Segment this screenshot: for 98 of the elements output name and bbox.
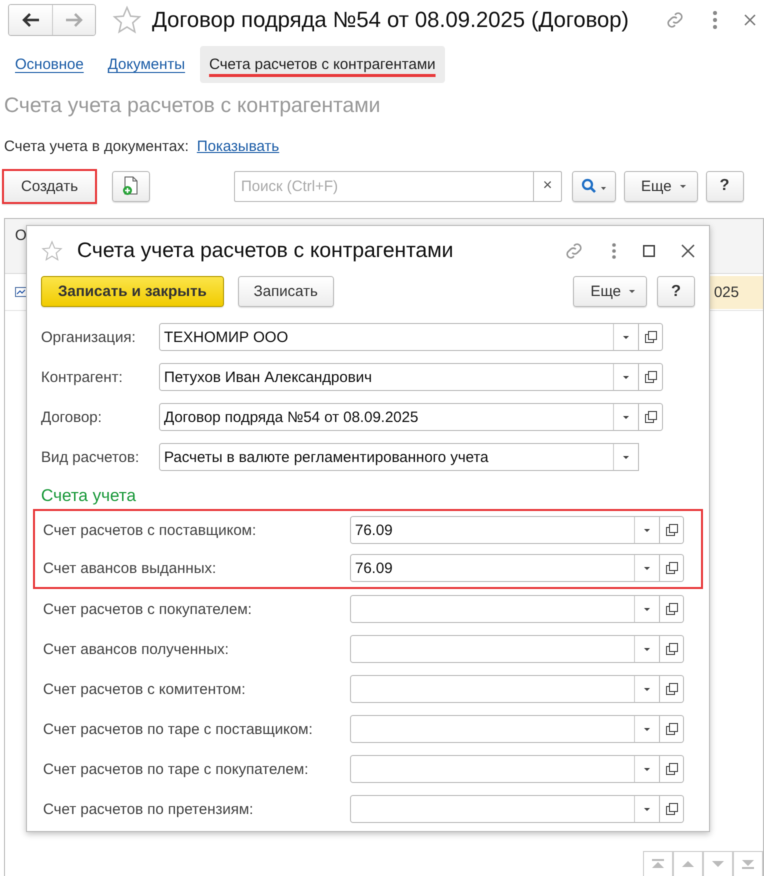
back-arrow-icon xyxy=(22,13,40,27)
account-field[interactable] xyxy=(350,715,660,743)
account-field[interactable] xyxy=(350,635,660,663)
field-label: Счет расчетов с покупателем: xyxy=(43,600,253,618)
dropdown-icon xyxy=(643,766,651,772)
help-button[interactable]: ? xyxy=(657,276,695,307)
setting-label: Счета учета в документах: xyxy=(4,138,189,155)
dropdown-icon xyxy=(643,528,651,532)
open-button[interactable] xyxy=(660,516,684,544)
open-button[interactable] xyxy=(660,715,684,743)
close-icon[interactable] xyxy=(681,244,695,258)
scroll-bottom-icon xyxy=(741,859,755,869)
field-label: Счет расчетов по таре с поставщиком: xyxy=(43,720,314,738)
dropdown-icon xyxy=(622,414,630,420)
dialog-title: Счета учета расчетов с контрагентами xyxy=(77,239,454,263)
open-icon xyxy=(666,803,678,815)
field-label: Вид расчетов: xyxy=(41,448,140,466)
star-icon[interactable] xyxy=(112,5,142,35)
column-header: О xyxy=(14,226,28,246)
down-arrow-icon xyxy=(711,859,725,869)
open-button[interactable] xyxy=(660,595,684,623)
clear-button[interactable]: × xyxy=(534,170,562,202)
field-label: Счет расчетов с комитентом: xyxy=(43,680,246,698)
search-field[interactable]: Поиск (Ctrl+F) xyxy=(234,170,534,202)
section-heading: Счета учета xyxy=(41,486,137,506)
dropdown-icon xyxy=(643,686,651,692)
dropdown-icon xyxy=(622,374,630,380)
open-button[interactable] xyxy=(660,554,684,582)
account-field[interactable]: 76.09 xyxy=(350,516,660,544)
open-icon xyxy=(644,331,656,343)
up-arrow-icon xyxy=(681,859,695,869)
close-icon[interactable] xyxy=(744,14,756,26)
dropdown-icon xyxy=(643,646,651,652)
account-field[interactable] xyxy=(350,795,660,823)
open-button[interactable] xyxy=(639,403,663,431)
open-icon xyxy=(644,411,656,423)
dropdown-icon xyxy=(643,806,651,812)
field-label: Организация: xyxy=(41,328,137,346)
more-icon[interactable] xyxy=(611,242,617,260)
tab[interactable]: Основное xyxy=(6,46,93,83)
open-icon xyxy=(666,603,678,615)
field-label: Счет расчетов по таре с покупателем: xyxy=(43,760,310,778)
more-icon[interactable] xyxy=(712,10,718,30)
open-button[interactable] xyxy=(660,675,684,703)
account-field[interactable] xyxy=(350,595,660,623)
copy-button[interactable] xyxy=(112,170,150,202)
caret-icon xyxy=(678,184,687,188)
caret-icon xyxy=(628,289,636,294)
open-button[interactable] xyxy=(639,323,663,351)
open-icon xyxy=(666,524,678,536)
field-label: Счет расчетов по претензиям: xyxy=(43,800,254,818)
more-button[interactable]: Еще xyxy=(624,170,698,202)
field-label: Договор: xyxy=(41,408,103,426)
search-button[interactable] xyxy=(572,170,616,202)
search-icon xyxy=(581,178,608,194)
dropdown-icon xyxy=(622,334,630,340)
field-label: Контрагент: xyxy=(41,368,124,386)
field-label: Счет расчетов с поставщиком: xyxy=(43,522,258,538)
dropdown-icon xyxy=(643,566,651,570)
account-field[interactable] xyxy=(350,755,660,783)
save-button[interactable]: Записать xyxy=(238,276,334,307)
dropdown-icon xyxy=(643,606,651,612)
show-link[interactable]: Показывать xyxy=(196,138,280,155)
maximize-icon[interactable] xyxy=(643,245,655,257)
more-button[interactable]: Еще xyxy=(573,276,647,307)
dropdown-icon xyxy=(643,726,651,732)
select-field[interactable]: ТЕХНОМИР ООО xyxy=(159,323,639,351)
open-icon xyxy=(666,562,678,574)
open-button[interactable] xyxy=(639,363,663,391)
section-title: Счета учета расчетов с контрагентами xyxy=(4,94,382,118)
select-field[interactable]: Расчеты в валюте регламентированного учета xyxy=(159,443,639,471)
help-button[interactable]: ? xyxy=(706,170,744,202)
scroll-top-icon xyxy=(651,859,665,869)
back-button[interactable] xyxy=(9,5,52,35)
select-field[interactable]: Петухов Иван Александрович xyxy=(159,363,639,391)
forward-arrow-icon xyxy=(65,13,83,27)
open-button[interactable] xyxy=(660,755,684,783)
create-button[interactable]: Создать xyxy=(2,168,98,204)
field-label: Счет авансов полученных: xyxy=(43,640,230,658)
star-icon[interactable] xyxy=(41,240,63,262)
window-title: Договор подряда №54 от 08.09.2025 (Договор) xyxy=(152,7,630,33)
select-field[interactable]: Договор подряда №54 от 08.09.2025 xyxy=(159,403,639,431)
tab[interactable]: Документы xyxy=(98,46,194,83)
open-icon xyxy=(666,723,678,735)
table-cell: 025 xyxy=(710,276,763,308)
save-and-close-button[interactable]: Записать и закрыть xyxy=(41,276,224,307)
open-button[interactable] xyxy=(660,795,684,823)
open-button[interactable] xyxy=(660,635,684,663)
field-label: Счет авансов выданных: xyxy=(43,560,218,576)
tab[interactable]: Счета расчетов с контрагентами xyxy=(200,46,445,83)
open-icon xyxy=(666,763,678,775)
open-icon xyxy=(666,643,678,655)
open-icon xyxy=(666,683,678,695)
account-field[interactable]: 76.09 xyxy=(350,554,660,582)
new-document-icon xyxy=(122,176,140,196)
open-icon xyxy=(644,371,656,383)
account-field[interactable] xyxy=(350,675,660,703)
dropdown-icon xyxy=(622,454,630,460)
